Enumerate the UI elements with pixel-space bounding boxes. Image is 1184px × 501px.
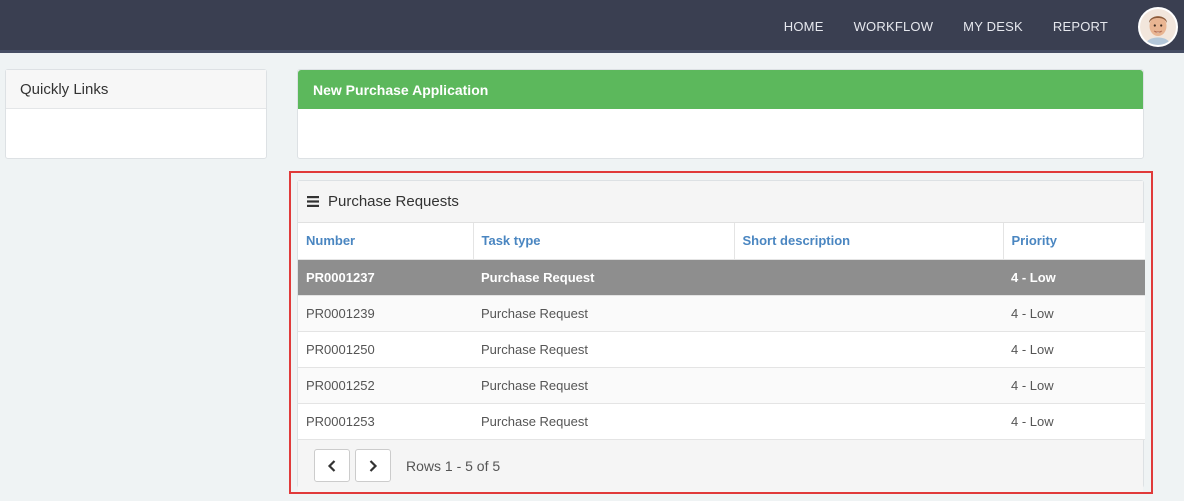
- prev-page-button[interactable]: [314, 449, 350, 482]
- table-row[interactable]: PR0001252 Purchase Request 4 - Low: [298, 367, 1145, 404]
- cell-priority: 4 - Low: [1003, 403, 1145, 440]
- new-purchase-panel: New Purchase Application: [297, 69, 1144, 159]
- column-short-description[interactable]: Short description: [734, 223, 1004, 260]
- top-navbar: HOME WORKFLOW MY DESK REPORT: [0, 0, 1184, 53]
- cell-task-type: Purchase Request: [473, 331, 734, 368]
- column-priority[interactable]: Priority: [1003, 223, 1145, 260]
- avatar-face-icon: [1140, 8, 1176, 45]
- table-row[interactable]: PR0001250 Purchase Request 4 - Low: [298, 331, 1145, 368]
- cell-short-description: [734, 295, 1003, 332]
- column-task-type[interactable]: Task type: [473, 223, 735, 260]
- cell-priority: 4 - Low: [1003, 367, 1145, 404]
- table-row[interactable]: PR0001239 Purchase Request 4 - Low: [298, 295, 1145, 332]
- nav-my-desk[interactable]: MY DESK: [963, 19, 1023, 34]
- purchase-requests-table: Number Task type Short description Prior…: [298, 223, 1145, 440]
- table-row[interactable]: PR0001237 Purchase Request 4 - Low: [298, 259, 1145, 296]
- purchase-requests-header: Purchase Requests: [298, 181, 1143, 223]
- cell-number: PR0001253: [298, 403, 473, 440]
- cell-number: PR0001237: [298, 259, 473, 296]
- nav-report[interactable]: REPORT: [1053, 19, 1108, 34]
- cell-priority: 4 - Low: [1003, 331, 1145, 368]
- cell-short-description: [734, 367, 1003, 404]
- cell-short-description: [734, 403, 1003, 440]
- cell-short-description: [734, 259, 1003, 296]
- cell-number: PR0001250: [298, 331, 473, 368]
- pagination: Rows 1 - 5 of 5: [298, 439, 1143, 492]
- next-page-button[interactable]: [355, 449, 391, 482]
- cell-number: PR0001252: [298, 367, 473, 404]
- cell-task-type: Purchase Request: [473, 295, 734, 332]
- cell-short-description: [734, 331, 1003, 368]
- main-nav: HOME WORKFLOW MY DESK REPORT: [784, 0, 1184, 53]
- column-number[interactable]: Number: [298, 223, 474, 260]
- nav-home[interactable]: HOME: [784, 19, 824, 34]
- chevron-left-icon: [327, 459, 336, 472]
- cell-priority: 4 - Low: [1003, 295, 1145, 332]
- user-avatar[interactable]: [1138, 6, 1178, 47]
- quick-links-panel: Quickly Links: [5, 69, 267, 159]
- purchase-requests-title: Purchase Requests: [328, 193, 459, 210]
- table-header-row: Number Task type Short description Prior…: [298, 223, 1145, 260]
- cell-task-type: Purchase Request: [473, 259, 734, 296]
- cell-task-type: Purchase Request: [473, 403, 734, 440]
- new-purchase-application-button[interactable]: New Purchase Application: [298, 70, 1143, 109]
- cell-number: PR0001239: [298, 295, 473, 332]
- quick-links-title: Quickly Links: [6, 70, 266, 109]
- nav-workflow[interactable]: WORKFLOW: [854, 19, 934, 34]
- table-row[interactable]: PR0001253 Purchase Request 4 - Low: [298, 403, 1145, 440]
- menu-icon: [307, 196, 319, 207]
- cell-task-type: Purchase Request: [473, 367, 734, 404]
- purchase-requests-panel: Purchase Requests Number Task type Short…: [297, 180, 1145, 492]
- pagination-info: Rows 1 - 5 of 5: [406, 457, 501, 474]
- chevron-right-icon: [369, 459, 378, 472]
- cell-priority: 4 - Low: [1003, 259, 1145, 296]
